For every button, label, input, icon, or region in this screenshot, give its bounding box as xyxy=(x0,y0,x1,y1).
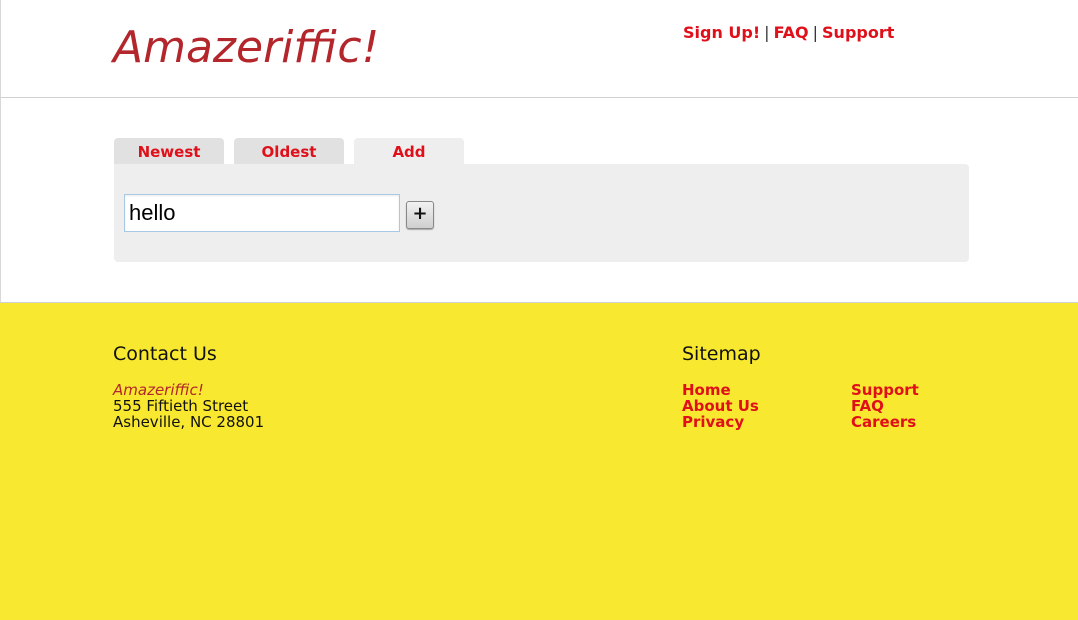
support-link[interactable]: Support xyxy=(822,23,894,42)
main-content: Newest Oldest Add + xyxy=(0,98,1078,303)
page: Amazeriffic! Sign Up! | FAQ | Support Newest… xyxy=(0,0,1078,620)
signup-link[interactable]: Sign Up! xyxy=(683,23,760,42)
add-button[interactable]: + xyxy=(406,201,434,229)
sitemap-link-home[interactable]: Home xyxy=(682,382,759,398)
site-logo[interactable]: Amazeriffic! xyxy=(113,20,379,76)
site-footer: Contact Us Amazeriffic! 555 Fiftieth Str… xyxy=(0,303,1078,620)
tab-newest[interactable]: Newest xyxy=(114,138,224,164)
nav-separator: | xyxy=(764,23,770,42)
sitemap-link-about-us[interactable]: About Us xyxy=(682,398,759,414)
faq-link[interactable]: FAQ xyxy=(774,23,809,42)
site-header: Amazeriffic! Sign Up! | FAQ | Support xyxy=(0,0,1078,98)
sitemap-link-privacy[interactable]: Privacy xyxy=(682,414,759,430)
sitemap-link-support[interactable]: Support xyxy=(851,382,919,398)
tab-add[interactable]: Add xyxy=(354,138,464,164)
contact-heading: Contact Us xyxy=(113,343,217,365)
sitemap-link-faq[interactable]: FAQ xyxy=(851,398,919,414)
sitemap-heading: Sitemap xyxy=(682,343,761,365)
sitemap-column-1: Home About Us Privacy xyxy=(682,382,759,430)
top-nav: Sign Up! | FAQ | Support xyxy=(683,22,894,44)
sitemap-column-2: Support FAQ Careers xyxy=(851,382,919,430)
contact-city: Asheville, NC 28801 xyxy=(113,413,265,431)
tab-oldest[interactable]: Oldest xyxy=(234,138,344,164)
contact-street: 555 Fiftieth Street xyxy=(113,397,249,415)
nav-separator: | xyxy=(812,23,819,42)
contact-brand: Amazeriffic! xyxy=(113,381,204,399)
sitemap-link-careers[interactable]: Careers xyxy=(851,414,919,430)
todo-input[interactable] xyxy=(124,194,400,232)
tab-content-panel: + xyxy=(114,164,969,262)
contact-address: Amazeriffic! 555 Fiftieth Street Ashevil… xyxy=(113,382,264,430)
